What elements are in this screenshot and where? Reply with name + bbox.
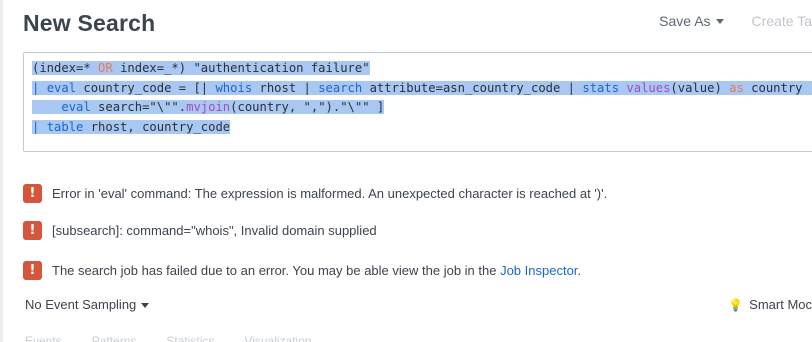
selected-text: (index=* OR index=_*) "authentication fa… xyxy=(32,61,370,75)
query-line: | eval country_code = [| whois rhost | s… xyxy=(32,79,812,99)
query-token: rhost | xyxy=(252,80,319,95)
event-sampling-label: No Event Sampling xyxy=(25,297,137,312)
query-token: country | xyxy=(743,80,812,95)
results-tabs: Events Patterns Statistics Visualization xyxy=(25,334,312,342)
query-line: (index=* OR index=_*) "authentication fa… xyxy=(32,59,804,79)
query-line: eval search="\"".mvjoin(country, ",")."\… xyxy=(32,98,804,118)
query-token: whois xyxy=(215,80,253,95)
query-token: search xyxy=(318,80,363,95)
caret-down-icon xyxy=(715,19,724,24)
search-mode-label: Smart Moc xyxy=(749,297,812,312)
query-line: | table rhost, country_code xyxy=(32,118,804,138)
event-sampling-dropdown[interactable]: No Event Sampling xyxy=(25,297,150,312)
header-actions: Save As Create Ta xyxy=(659,13,812,29)
job-inspector-link[interactable]: Job Inspector xyxy=(500,263,577,278)
caret-down-icon xyxy=(141,302,150,308)
query-token: index=_*) "authentication failure" xyxy=(112,61,370,75)
page-title: New Search xyxy=(23,10,156,36)
query-token xyxy=(32,100,61,114)
query-token: values xyxy=(626,80,671,95)
search-mode-dropdown[interactable]: 💡 Smart Moc xyxy=(728,297,812,312)
query-token: mvjoin xyxy=(186,100,231,114)
error-text: [subsearch]: command="whois", Invalid do… xyxy=(52,223,377,238)
query-token: | xyxy=(32,80,47,95)
query-token: OR xyxy=(98,61,113,75)
query-token: as xyxy=(729,80,744,95)
error-icon: ! xyxy=(23,221,42,240)
error-message: ! The search job has failed due to an er… xyxy=(23,261,581,280)
error-message: ! Error in 'eval' command: The expressio… xyxy=(23,184,607,203)
query-token: (index=* xyxy=(32,61,99,75)
query-token: table xyxy=(46,119,84,134)
search-page: New Search Save As Create Ta (index=* OR… xyxy=(3,0,812,342)
lightbulb-icon: 💡 xyxy=(728,297,744,312)
query-token: stats xyxy=(582,80,620,95)
selected-text: eval search="\"".mvjoin(country, ",")."\… xyxy=(32,100,385,114)
query-token: | xyxy=(32,119,47,134)
tab-visualization[interactable]: Visualization xyxy=(244,334,311,342)
query-token: (country, ",")."\"" ] xyxy=(230,100,385,114)
tab-patterns[interactable]: Patterns xyxy=(92,334,137,342)
query-token: eval xyxy=(46,80,77,95)
create-table-button[interactable]: Create Ta xyxy=(752,13,812,29)
selected-text: | eval country_code = [| whois rhost | s… xyxy=(32,80,812,95)
selected-text: | table rhost, country_code xyxy=(32,119,231,134)
error-text: The search job has failed due to an erro… xyxy=(52,263,582,278)
save-as-dropdown[interactable]: Save As xyxy=(659,13,724,29)
error-icon: ! xyxy=(23,184,42,203)
query-token: eval xyxy=(61,100,91,114)
save-as-label: Save As xyxy=(659,13,711,29)
error-message: ! [subsearch]: command="whois", Invalid … xyxy=(23,221,377,240)
search-query-editor[interactable]: (index=* OR index=_*) "authentication fa… xyxy=(23,52,812,152)
query-token: country_code = [| xyxy=(76,80,216,95)
tab-events[interactable]: Events xyxy=(25,334,62,342)
query-token: (value) xyxy=(670,80,730,95)
tab-statistics[interactable]: Statistics xyxy=(166,334,214,342)
error-text: Error in 'eval' command: The expression … xyxy=(52,186,608,201)
error-icon: ! xyxy=(23,261,42,280)
query-token: search="\"". xyxy=(90,100,187,114)
query-token: attribute=asn_country_code | xyxy=(362,80,583,95)
query-token: rhost, country_code xyxy=(83,119,231,134)
